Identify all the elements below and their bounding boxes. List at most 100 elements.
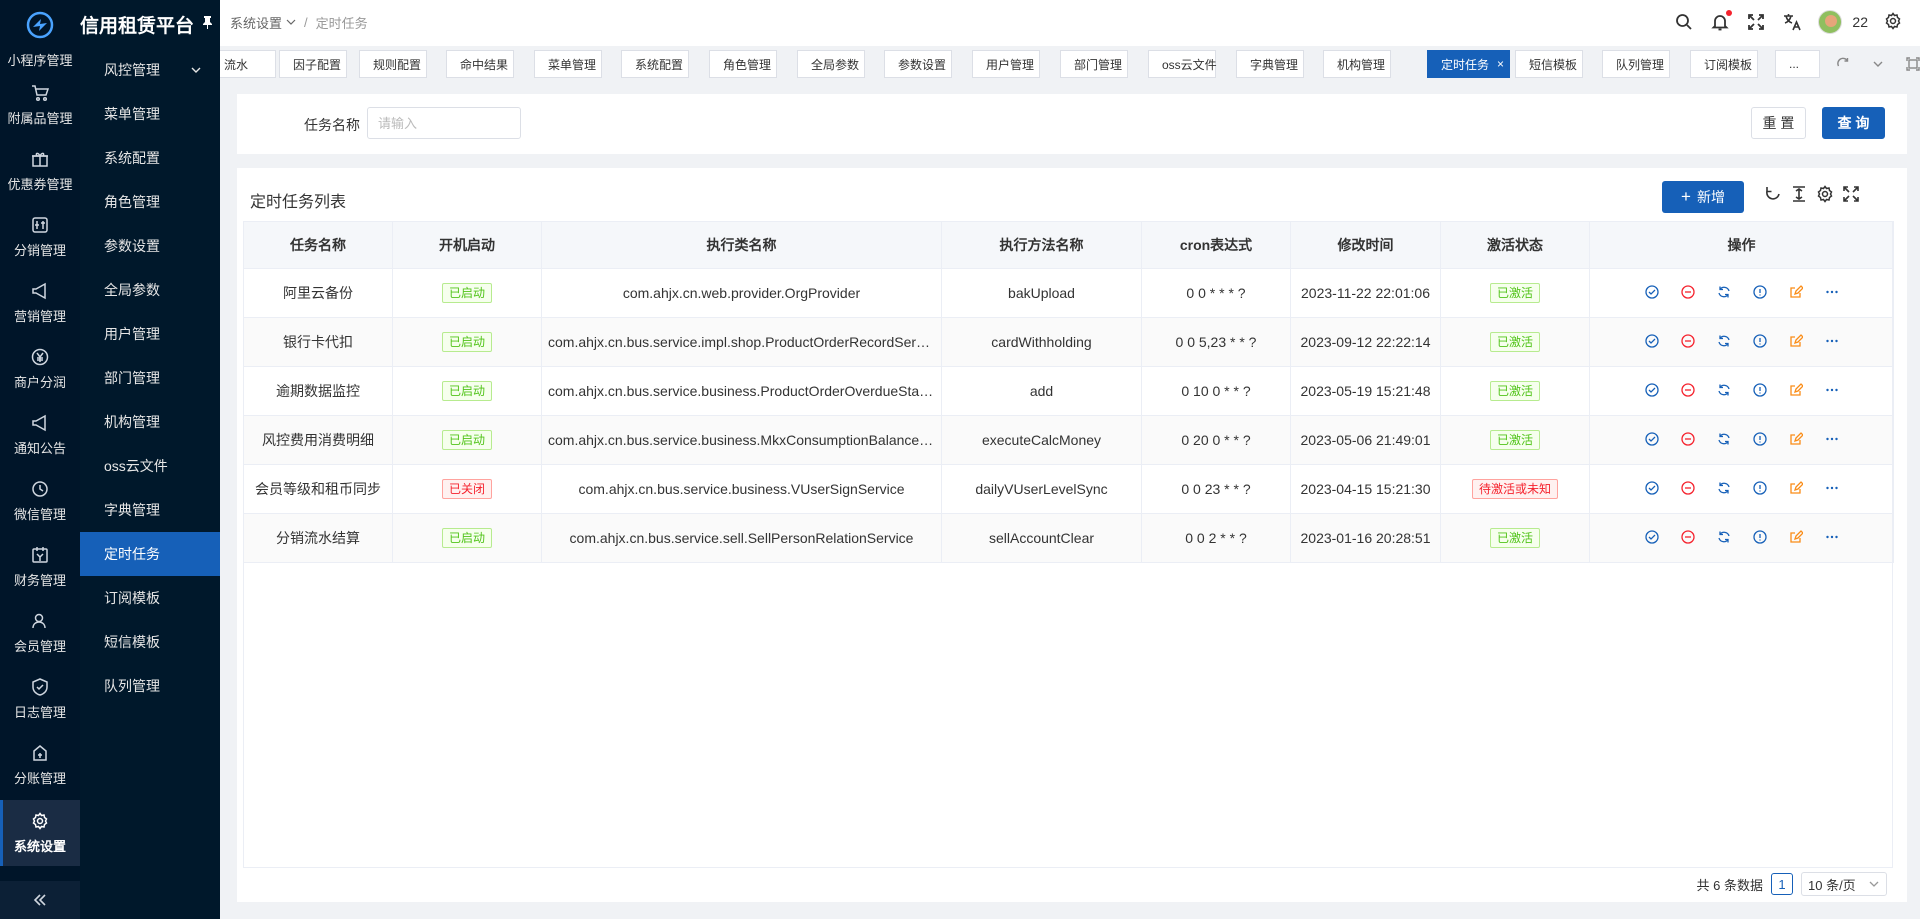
check-circle-icon[interactable] (1644, 383, 1660, 399)
edit-icon[interactable] (1788, 530, 1804, 546)
bell-icon[interactable] (1710, 10, 1733, 32)
page-size-select[interactable]: 10 条/页 (1801, 872, 1887, 896)
tab-oss[interactable]: oss云文件 (1148, 50, 1217, 78)
rail-item-notice[interactable]: 通知公告 (0, 402, 80, 468)
minus-circle-icon[interactable] (1680, 285, 1696, 301)
sync-icon[interactable] (1716, 334, 1732, 350)
translate-icon[interactable] (1782, 12, 1802, 32)
more-icon[interactable] (1824, 432, 1840, 448)
submenu-item-sms-templates[interactable]: 短信模板 (80, 620, 220, 664)
more-icon[interactable] (1824, 334, 1840, 350)
minus-circle-icon[interactable] (1680, 383, 1696, 399)
submenu-item-dictionary[interactable]: 字典管理 (80, 488, 220, 532)
check-circle-icon[interactable] (1644, 481, 1660, 497)
info-circle-icon[interactable] (1752, 481, 1768, 497)
page-button[interactable]: 1 (1771, 873, 1793, 895)
tab-queue-management[interactable]: 队列管理 (1602, 50, 1670, 78)
collapse-sidebar-button[interactable] (0, 881, 80, 919)
minus-circle-icon[interactable] (1680, 530, 1696, 546)
tab-flow[interactable]: 流水 (220, 50, 276, 78)
tab-factor-config[interactable]: 因子配置 (279, 50, 347, 78)
info-circle-icon[interactable] (1752, 285, 1768, 301)
rail-item-merchant-profit[interactable]: 商户分润 (0, 336, 80, 402)
tab-menu-management[interactable]: 菜单管理 (534, 50, 602, 78)
rail-item-logs[interactable]: 日志管理 (0, 666, 80, 732)
fullscreen-icon[interactable] (1842, 185, 1860, 203)
submenu-item-institutions[interactable]: 机构管理 (80, 400, 220, 444)
sync-icon[interactable] (1716, 481, 1732, 497)
tab-role-management[interactable]: 角色管理 (709, 50, 777, 78)
submenu-item-queues[interactable]: 队列管理 (80, 664, 220, 708)
rail-item-marketing[interactable]: 营销管理 (0, 270, 80, 336)
submenu-item-subscription-templates[interactable]: 订阅模板 (80, 576, 220, 620)
rail-item-mini-program[interactable]: 小程序管理 (0, 50, 80, 70)
more-icon[interactable] (1824, 285, 1840, 301)
rail-item-system-settings[interactable]: 系统设置 (0, 800, 80, 866)
sync-icon[interactable] (1716, 285, 1732, 301)
tab-institutions[interactable]: 机构管理 (1323, 50, 1391, 78)
submenu-item-global-params[interactable]: 全局参数 (80, 268, 220, 312)
rail-item-members[interactable]: 会员管理 (0, 600, 80, 666)
submenu-item-users[interactable]: 用户管理 (80, 312, 220, 356)
setting-icon[interactable] (1816, 185, 1834, 203)
search-icon[interactable] (1674, 12, 1694, 32)
submenu-item-params[interactable]: 参数设置 (80, 224, 220, 268)
info-circle-icon[interactable] (1752, 530, 1768, 546)
sync-icon[interactable] (1716, 432, 1732, 448)
submenu-item-departments[interactable]: 部门管理 (80, 356, 220, 400)
info-circle-icon[interactable] (1752, 334, 1768, 350)
gear-icon[interactable] (1884, 12, 1904, 32)
tab-dictionary[interactable]: 字典管理 (1236, 50, 1304, 78)
submenu-item-roles[interactable]: 角色管理 (80, 180, 220, 224)
sync-icon[interactable] (1716, 530, 1732, 546)
edit-icon[interactable] (1788, 432, 1804, 448)
rail-item-coupons[interactable]: 优惠券管理 (0, 138, 80, 204)
logo[interactable] (0, 0, 80, 50)
reload-tab-icon[interactable] (1828, 50, 1858, 78)
fullscreen-icon[interactable] (1746, 12, 1766, 32)
minus-circle-icon[interactable] (1680, 432, 1696, 448)
avatar[interactable] (1818, 10, 1843, 34)
tab-global-params[interactable]: 全局参数 (797, 50, 865, 78)
info-circle-icon[interactable] (1752, 432, 1768, 448)
rail-item-accessories[interactable]: 附属品管理 (0, 72, 80, 138)
sync-icon[interactable] (1716, 383, 1732, 399)
submenu-item-scheduled-tasks[interactable]: 定时任务 (80, 532, 220, 576)
pin-icon[interactable] (202, 16, 213, 32)
minus-circle-icon[interactable] (1680, 334, 1696, 350)
refresh-icon[interactable] (1764, 185, 1782, 203)
tab-system-config[interactable]: 系统配置 (621, 50, 689, 78)
rail-item-distribution[interactable]: 分销管理 (0, 204, 80, 270)
username[interactable]: 22 (1852, 14, 1868, 30)
tab-department-management[interactable]: 部门管理 (1060, 50, 1128, 78)
reset-button[interactable]: 重 置 (1751, 107, 1806, 139)
submenu-item-menu[interactable]: 菜单管理 (80, 92, 220, 136)
rail-item-split[interactable]: 分账管理 (0, 732, 80, 798)
breadcrumb-item[interactable]: 系统设置 (230, 13, 282, 32)
check-circle-icon[interactable] (1644, 285, 1660, 301)
edit-icon[interactable] (1788, 334, 1804, 350)
tab-more[interactable]: ... (1775, 50, 1820, 78)
tab-rule-config[interactable]: 规则配置 (359, 50, 427, 78)
submenu-item-risk-control[interactable]: 风控管理 (80, 48, 220, 92)
rail-item-wechat[interactable]: 微信管理 (0, 468, 80, 534)
tab-param-settings[interactable]: 参数设置 (884, 50, 952, 78)
more-icon[interactable] (1824, 383, 1840, 399)
edit-icon[interactable] (1788, 383, 1804, 399)
chevron-down-icon[interactable] (1863, 50, 1893, 78)
check-circle-icon[interactable] (1644, 334, 1660, 350)
edit-icon[interactable] (1788, 285, 1804, 301)
check-circle-icon[interactable] (1644, 530, 1660, 546)
task-name-input[interactable] (367, 107, 521, 139)
column-height-icon[interactable] (1790, 185, 1808, 203)
maximize-icon[interactable] (1898, 50, 1920, 78)
close-icon[interactable]: × (1497, 57, 1504, 71)
tab-user-management[interactable]: 用户管理 (972, 50, 1040, 78)
minus-circle-icon[interactable] (1680, 481, 1696, 497)
tab-scheduled-tasks[interactable]: 定时任务 × (1427, 50, 1510, 78)
tab-subscription-templates[interactable]: 订阅模板 (1690, 50, 1758, 78)
more-icon[interactable] (1824, 530, 1840, 546)
tab-hit-results[interactable]: 命中结果 (446, 50, 514, 78)
info-circle-icon[interactable] (1752, 383, 1768, 399)
more-icon[interactable] (1824, 481, 1840, 497)
